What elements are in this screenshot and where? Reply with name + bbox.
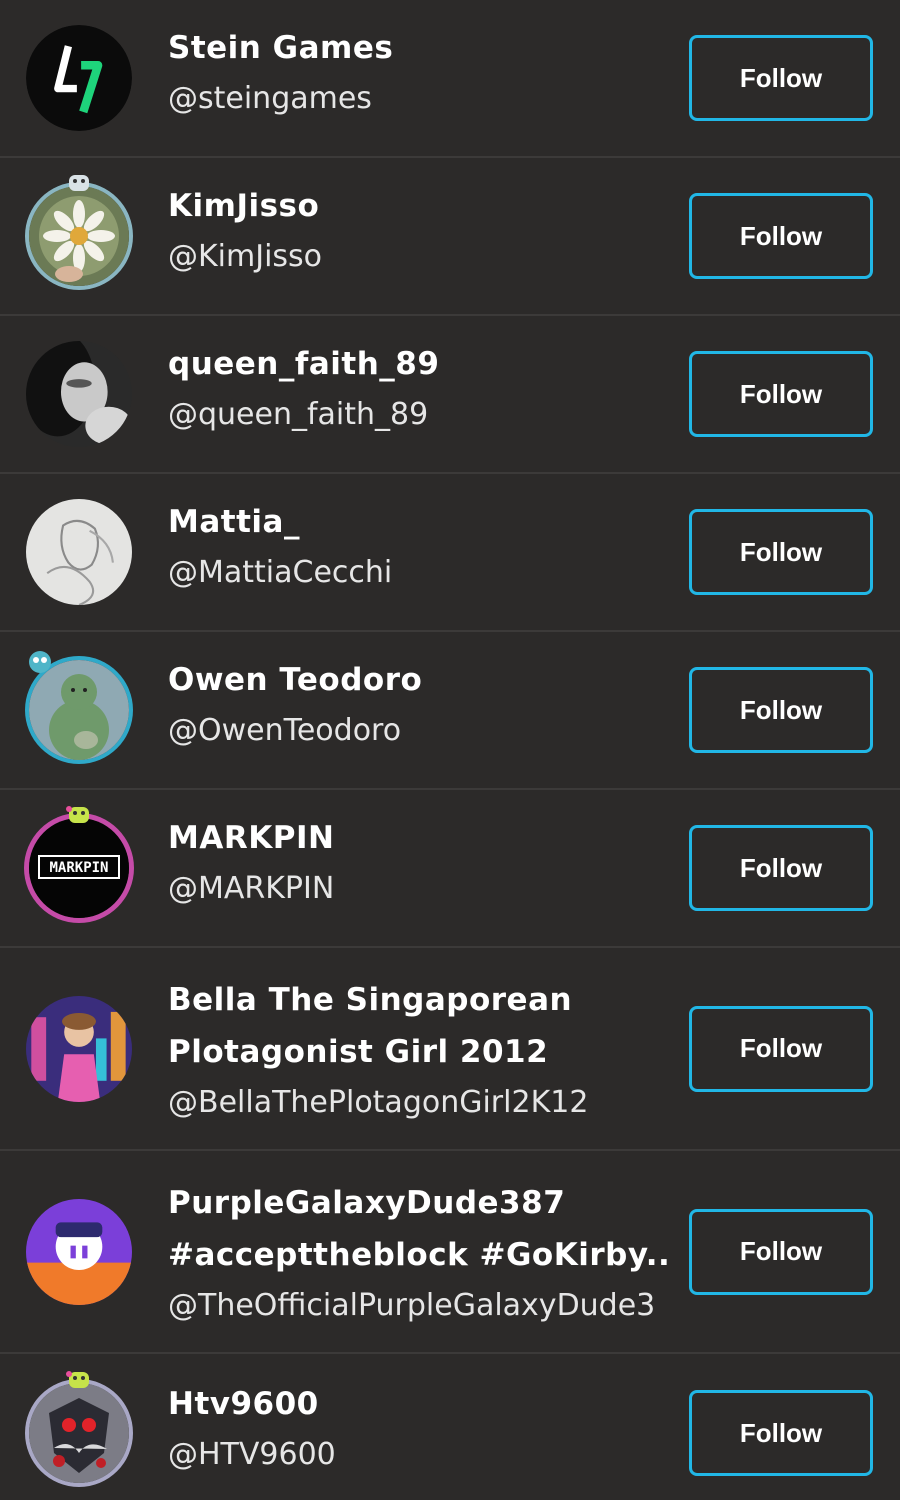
user-handle: @TheOfficialPurpleGalaxyDude3	[168, 1288, 656, 1323]
avatar[interactable]	[24, 651, 134, 765]
list-item[interactable]: KimJisso @KimJisso Follow	[0, 158, 900, 316]
user-name: Htv9600	[168, 1386, 319, 1422]
list-item[interactable]: PurpleGalaxyDude387 #accepttheblock #GoK…	[0, 1151, 900, 1354]
svg-text:MARKPIN: MARKPIN	[49, 860, 108, 876]
follow-button[interactable]: Follow	[689, 1208, 873, 1295]
user-list: Stein Games @steingames Follow KimJisso …	[0, 0, 900, 1500]
user-handle: @HTV9600	[168, 1437, 336, 1472]
follow-button[interactable]: Follow	[689, 825, 873, 911]
purple-character-icon	[26, 1198, 132, 1305]
user-handle: @BellaThePlotagonGirl2K12	[168, 1085, 589, 1120]
follow-button[interactable]: Follow	[689, 193, 873, 279]
follow-button[interactable]: Follow	[689, 1005, 873, 1092]
user-name: KimJisso	[168, 188, 320, 224]
user-name: Stein Games	[168, 30, 394, 66]
badge-icon	[66, 806, 89, 823]
user-handle: @OwenTeodoro	[168, 713, 402, 748]
user-handle: @MARKPIN	[168, 871, 335, 906]
stein-games-logo-icon	[26, 25, 132, 131]
avatar[interactable]	[24, 23, 134, 133]
badge-icon	[29, 651, 51, 673]
user-name: PurpleGalaxyDude387	[168, 1185, 566, 1221]
badge-icon	[69, 175, 89, 191]
user-name-line2: #accepttheblock #GoKirby...	[168, 1237, 668, 1273]
list-item[interactable]: Owen Teodoro @OwenTeodoro Follow	[0, 632, 900, 790]
avatar[interactable]	[24, 994, 134, 1104]
user-handle: @steingames	[168, 81, 372, 116]
avatar[interactable]	[24, 1197, 134, 1307]
sketch-portrait-icon	[26, 499, 132, 605]
cartoon-girl-icon	[26, 995, 132, 1102]
red-robot-icon	[29, 1383, 129, 1483]
badge-icon	[66, 1371, 89, 1388]
user-handle: @queen_faith_89	[168, 397, 429, 432]
user-handle: @KimJisso	[168, 239, 323, 274]
user-handle: @MattiaCecchi	[168, 555, 393, 590]
avatar[interactable]: MARKPIN	[24, 806, 134, 923]
list-item[interactable]: MARKPIN MARKPIN @MARKPIN Follow	[0, 790, 900, 948]
avatar[interactable]	[24, 1371, 134, 1488]
avatar[interactable]	[24, 175, 134, 291]
user-name: Owen Teodoro	[168, 662, 423, 698]
follow-button[interactable]: Follow	[689, 35, 873, 121]
follow-button[interactable]: Follow	[689, 351, 873, 437]
list-item[interactable]: Bella The Singaporean Plotagonist Girl 2…	[0, 948, 900, 1151]
user-name: queen_faith_89	[168, 346, 440, 382]
user-name: Bella The Singaporean	[168, 982, 573, 1018]
avatar[interactable]	[24, 339, 134, 449]
avatar[interactable]	[24, 497, 134, 607]
user-name: MARKPIN	[168, 820, 335, 856]
follow-button[interactable]: Follow	[689, 509, 873, 595]
green-character-icon	[29, 660, 129, 760]
follow-button[interactable]: Follow	[689, 1390, 873, 1476]
list-item[interactable]: queen_faith_89 @queen_faith_89 Follow	[0, 316, 900, 474]
user-name: Mattia_	[168, 504, 300, 540]
markpin-logo-icon: MARKPIN	[29, 818, 129, 918]
portrait-photo-icon	[26, 341, 132, 447]
user-name-line2: Plotagonist Girl 2012	[168, 1034, 549, 1070]
daisy-photo-icon	[29, 186, 129, 286]
list-item[interactable]: Htv9600 @HTV9600 Follow	[0, 1354, 900, 1500]
follow-button[interactable]: Follow	[689, 667, 873, 753]
list-item[interactable]: Mattia_ @MattiaCecchi Follow	[0, 474, 900, 632]
list-item[interactable]: Stein Games @steingames Follow	[0, 0, 900, 158]
